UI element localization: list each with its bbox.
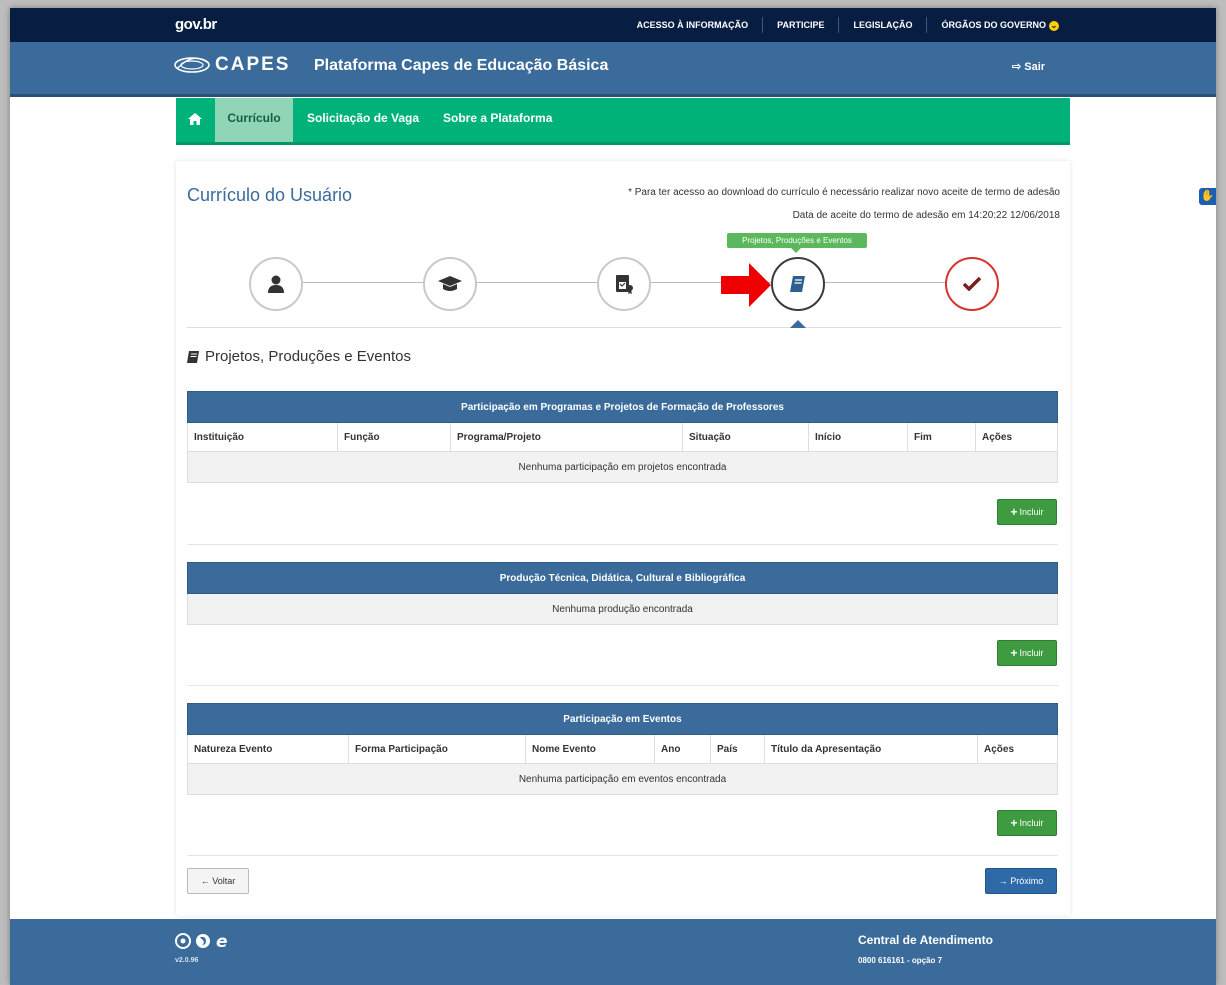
col-forma-participacao: Forma Participação	[348, 734, 526, 764]
gov-links: ACESSO À INFORMAÇÃO PARTICIPE LEGISLAÇÃO…	[623, 8, 1073, 42]
plus-icon: +	[1010, 816, 1018, 830]
support-phone: 0800 616161 - opção 7	[858, 956, 943, 965]
capes-logo-icon	[174, 57, 210, 73]
projects-table-caption: Participação em Programas e Projetos de …	[187, 391, 1058, 423]
section-divider	[187, 855, 1058, 856]
next-label: Próximo	[1010, 876, 1044, 886]
main-nav: Currículo Solicitação de Vaga Sobre a Pl…	[176, 98, 1070, 145]
step-education[interactable]	[423, 257, 477, 311]
nav-sobre-plataforma[interactable]: Sobre a Plataforma	[443, 98, 552, 142]
section-divider	[187, 544, 1058, 545]
home-nav[interactable]	[176, 98, 214, 142]
production-empty-message: Nenhuma produção encontrada	[187, 593, 1058, 625]
chrome-icon	[175, 933, 191, 949]
plus-icon: +	[1010, 646, 1018, 660]
check-icon	[963, 277, 981, 291]
add-event-button[interactable]: + Incluir	[997, 810, 1057, 836]
step-projects[interactable]	[771, 257, 825, 311]
red-arrow-icon	[721, 263, 771, 307]
col-situacao: Situação	[682, 422, 809, 452]
projects-empty-message: Nenhuma participação em projetos encontr…	[187, 451, 1058, 483]
capes-brand: CAPES	[215, 54, 291, 75]
col-fim: Fim	[907, 422, 976, 452]
arrow-left-icon: ←	[200, 876, 213, 886]
section-heading: Projetos, Produções e Eventos	[186, 348, 411, 365]
projects-table: Participação em Programas e Projetos de …	[187, 391, 1058, 483]
chevron-down-icon: ⌄	[1049, 21, 1059, 31]
gov-link-legislacao[interactable]: LEGISLAÇÃO	[838, 17, 926, 33]
download-note: * Para ter acesso ao download do currícu…	[628, 187, 1060, 198]
add-production-button[interactable]: + Incluir	[997, 640, 1057, 666]
add-production-label: Incluir	[1019, 648, 1044, 658]
gov-link-orgaos-label: ÓRGÃOS DO GOVERNO	[941, 20, 1046, 30]
events-table-caption: Participação em Eventos	[187, 703, 1058, 735]
section-title: Projetos, Produções e Eventos	[205, 348, 411, 365]
production-table-caption: Produção Técnica, Didática, Cultural e B…	[187, 562, 1058, 594]
ie-icon: e	[216, 933, 228, 949]
gov-bar: gov.br ACESSO À INFORMAÇÃO PARTICIPE LEG…	[10, 8, 1216, 42]
add-event-label: Incluir	[1019, 818, 1044, 828]
col-titulo-apresentacao: Título da Apresentação	[764, 734, 978, 764]
back-button[interactable]: ← Voltar	[187, 868, 249, 894]
step-user[interactable]	[249, 257, 303, 311]
browser-page: gov.br ACESSO À INFORMAÇÃO PARTICIPE LEG…	[10, 8, 1216, 985]
col-programa-projeto: Programa/Projeto	[450, 422, 683, 452]
firefox-icon	[196, 934, 210, 948]
supported-browsers: e	[175, 933, 233, 949]
book-icon	[187, 350, 199, 363]
home-icon	[188, 113, 202, 125]
gov-link-participe[interactable]: PARTICIPE	[762, 17, 838, 33]
col-ano: Ano	[654, 734, 711, 764]
col-funcao: Função	[337, 422, 451, 452]
app-version: v2.0.96	[175, 957, 199, 964]
svg-text:e: e	[216, 933, 228, 949]
arrow-right-icon: →	[998, 876, 1011, 886]
events-empty-message: Nenhuma participação em eventos encontra…	[187, 763, 1058, 795]
user-icon	[268, 275, 284, 293]
step-tooltip: Projetos, Produções e Eventos	[727, 233, 867, 253]
add-project-label: Incluir	[1019, 507, 1044, 517]
col-natureza-evento: Natureza Evento	[187, 734, 349, 764]
gov-link-acesso[interactable]: ACESSO À INFORMAÇÃO	[623, 17, 763, 33]
back-label: Voltar	[212, 876, 236, 886]
book-icon	[790, 276, 805, 292]
footer: e v2.0.96 Central de Atendimento 0800 61…	[10, 919, 1216, 985]
capes-header: CAPES Plataforma Capes de Educação Básic…	[10, 42, 1216, 97]
current-step-marker	[790, 320, 806, 328]
gov-logo[interactable]: gov.br	[175, 16, 217, 33]
logout-icon: ⇨	[1012, 61, 1022, 73]
graduation-cap-icon	[438, 276, 462, 291]
page-title: Currículo do Usuário	[187, 185, 353, 205]
certificate-icon	[616, 275, 633, 294]
support-title: Central de Atendimento	[858, 933, 993, 947]
col-acoes: Ações	[975, 422, 1058, 452]
col-acoes: Ações	[977, 734, 1058, 764]
curriculum-card: Currículo do Usuário * Para ter acesso a…	[176, 161, 1070, 916]
nav-curriculo[interactable]: Currículo	[215, 98, 293, 142]
step-experience[interactable]	[597, 257, 651, 311]
col-inicio: Início	[808, 422, 908, 452]
col-pais: País	[710, 734, 765, 764]
logout-label: Sair	[1024, 61, 1046, 73]
plus-icon: +	[1010, 505, 1018, 519]
next-button[interactable]: → Próximo	[985, 868, 1057, 894]
add-project-button[interactable]: + Incluir	[997, 499, 1057, 525]
production-table: Produção Técnica, Didática, Cultural e B…	[187, 562, 1058, 625]
col-instituicao: Instituição	[187, 422, 338, 452]
col-nome-evento: Nome Evento	[525, 734, 655, 764]
acceptance-date: Data de aceite do termo de adesão em 14:…	[792, 210, 1060, 221]
capes-logo[interactable]: CAPES	[173, 54, 290, 76]
platform-name: Plataforma Capes de Educação Básica	[314, 57, 609, 74]
nav-solicitacao-vaga[interactable]: Solicitação de Vaga	[307, 98, 419, 142]
gov-link-orgaos[interactable]: ÓRGÃOS DO GOVERNO ⌄	[926, 17, 1073, 33]
step-finish[interactable]	[945, 257, 999, 311]
events-table: Participação em Eventos Natureza Evento …	[187, 703, 1058, 795]
section-divider	[187, 685, 1058, 686]
steps-divider	[187, 327, 1061, 328]
vlibras-accessibility-icon[interactable]: ✋	[1199, 188, 1216, 205]
logout-link[interactable]: ⇨ Sair	[1012, 60, 1045, 73]
